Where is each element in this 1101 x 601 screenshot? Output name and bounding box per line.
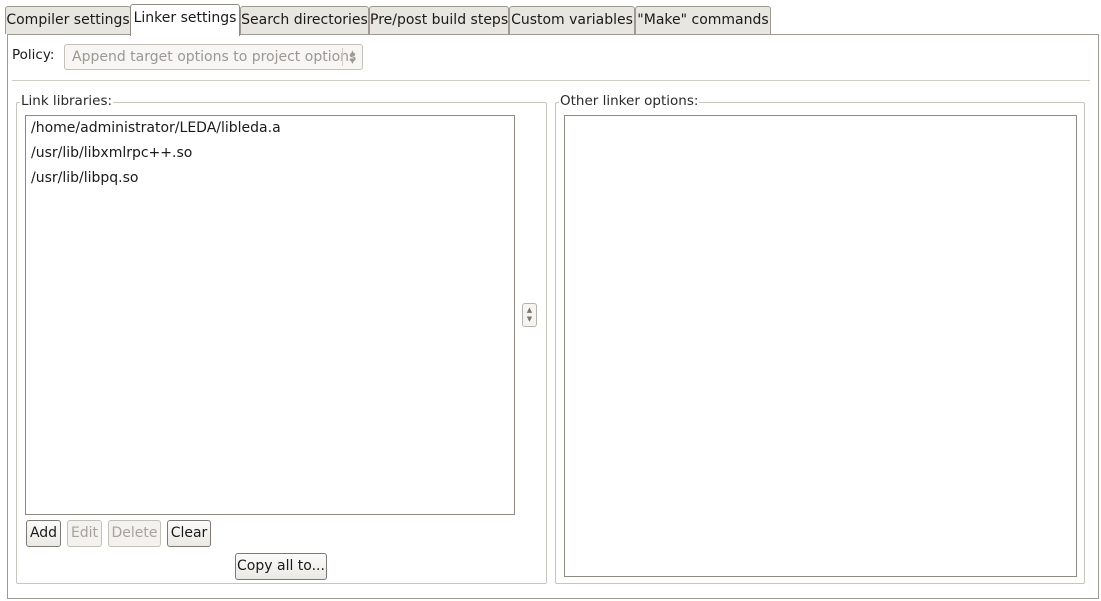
tab-compiler-settings[interactable]: Compiler settings	[5, 6, 131, 34]
add-button[interactable]: Add	[26, 520, 61, 547]
other-linker-options-title: Other linker options:	[559, 93, 700, 109]
copy-all-to-button[interactable]: Copy all to...	[235, 553, 327, 580]
spin-arrows-icon: ▲ ▼	[342, 48, 362, 66]
tab-search-directories[interactable]: Search directories	[240, 6, 369, 34]
tab-custom-variables[interactable]: Custom variables	[509, 6, 635, 34]
clear-button[interactable]: Clear	[167, 520, 211, 547]
delete-button[interactable]: Delete	[108, 520, 161, 547]
tab-pre-post-build-steps[interactable]: Pre/post build steps	[369, 6, 509, 34]
edit-button[interactable]: Edit	[67, 520, 102, 547]
tab-make-commands[interactable]: "Make" commands	[635, 6, 771, 34]
link-libraries-title: Link libraries:	[20, 93, 114, 109]
policy-combo[interactable]: Append target options to project options…	[64, 44, 363, 70]
policy-value: Append target options to project options	[72, 49, 357, 65]
link-libraries-list[interactable]: /home/administrator/LEDA/libleda.a /usr/…	[25, 115, 515, 515]
other-linker-options-textarea[interactable]	[564, 115, 1077, 577]
list-item[interactable]: /usr/lib/libxmlrpc++.so	[31, 145, 192, 161]
splitter-arrows-icon[interactable]: ▲ ▼	[522, 303, 537, 327]
tab-linker-settings[interactable]: Linker settings	[130, 4, 240, 36]
list-item[interactable]: /usr/lib/libpq.so	[31, 170, 139, 186]
separator	[12, 80, 1090, 81]
policy-label: Policy:	[12, 47, 55, 63]
list-item[interactable]: /home/administrator/LEDA/libleda.a	[31, 120, 281, 136]
